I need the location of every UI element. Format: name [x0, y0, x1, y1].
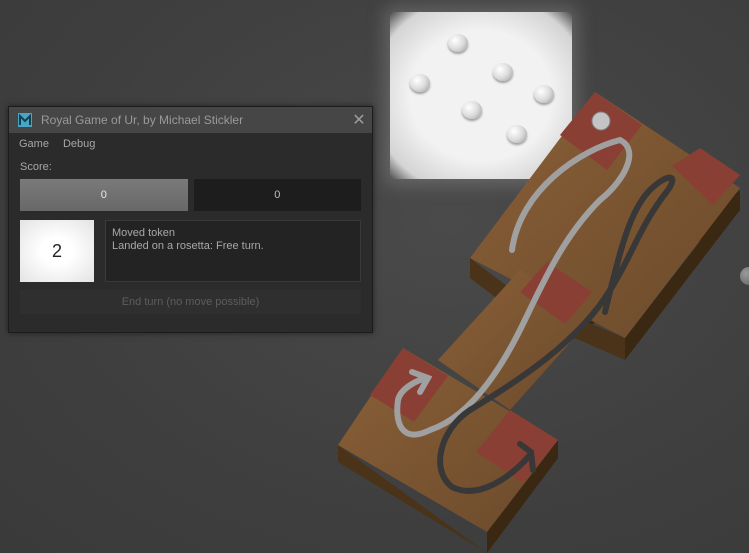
window-title: Royal Game of Ur, by Michael Stickler [41, 113, 244, 127]
score-row: 0 0 [20, 179, 361, 211]
close-icon[interactable]: ✕ [346, 107, 372, 133]
status-row: 2 Moved token Landed on a rosetta: Free … [20, 220, 361, 282]
menubar: Game Debug [9, 133, 372, 155]
score-label: Score: [20, 161, 52, 173]
message-line: Landed on a rosetta: Free turn. [112, 240, 264, 252]
end-turn-button[interactable]: End turn (no move possible) [20, 290, 361, 314]
menu-game[interactable]: Game [19, 138, 49, 150]
board-token[interactable] [591, 111, 611, 131]
menu-debug[interactable]: Debug [63, 138, 95, 150]
viewport-3d[interactable]: Royal Game of Ur, by Michael Stickler ✕ … [0, 0, 749, 553]
dice-roll-button[interactable]: 2 [20, 220, 94, 282]
titlebar[interactable]: Royal Game of Ur, by Michael Stickler ✕ [9, 107, 372, 133]
game-panel: Royal Game of Ur, by Michael Stickler ✕ … [8, 106, 373, 333]
maya-m-icon [17, 112, 33, 128]
message-log: Moved token Landed on a rosetta: Free tu… [105, 220, 361, 282]
player1-score: 0 [20, 179, 188, 211]
player2-score: 0 [193, 179, 361, 211]
message-line: Moved token [112, 227, 175, 239]
